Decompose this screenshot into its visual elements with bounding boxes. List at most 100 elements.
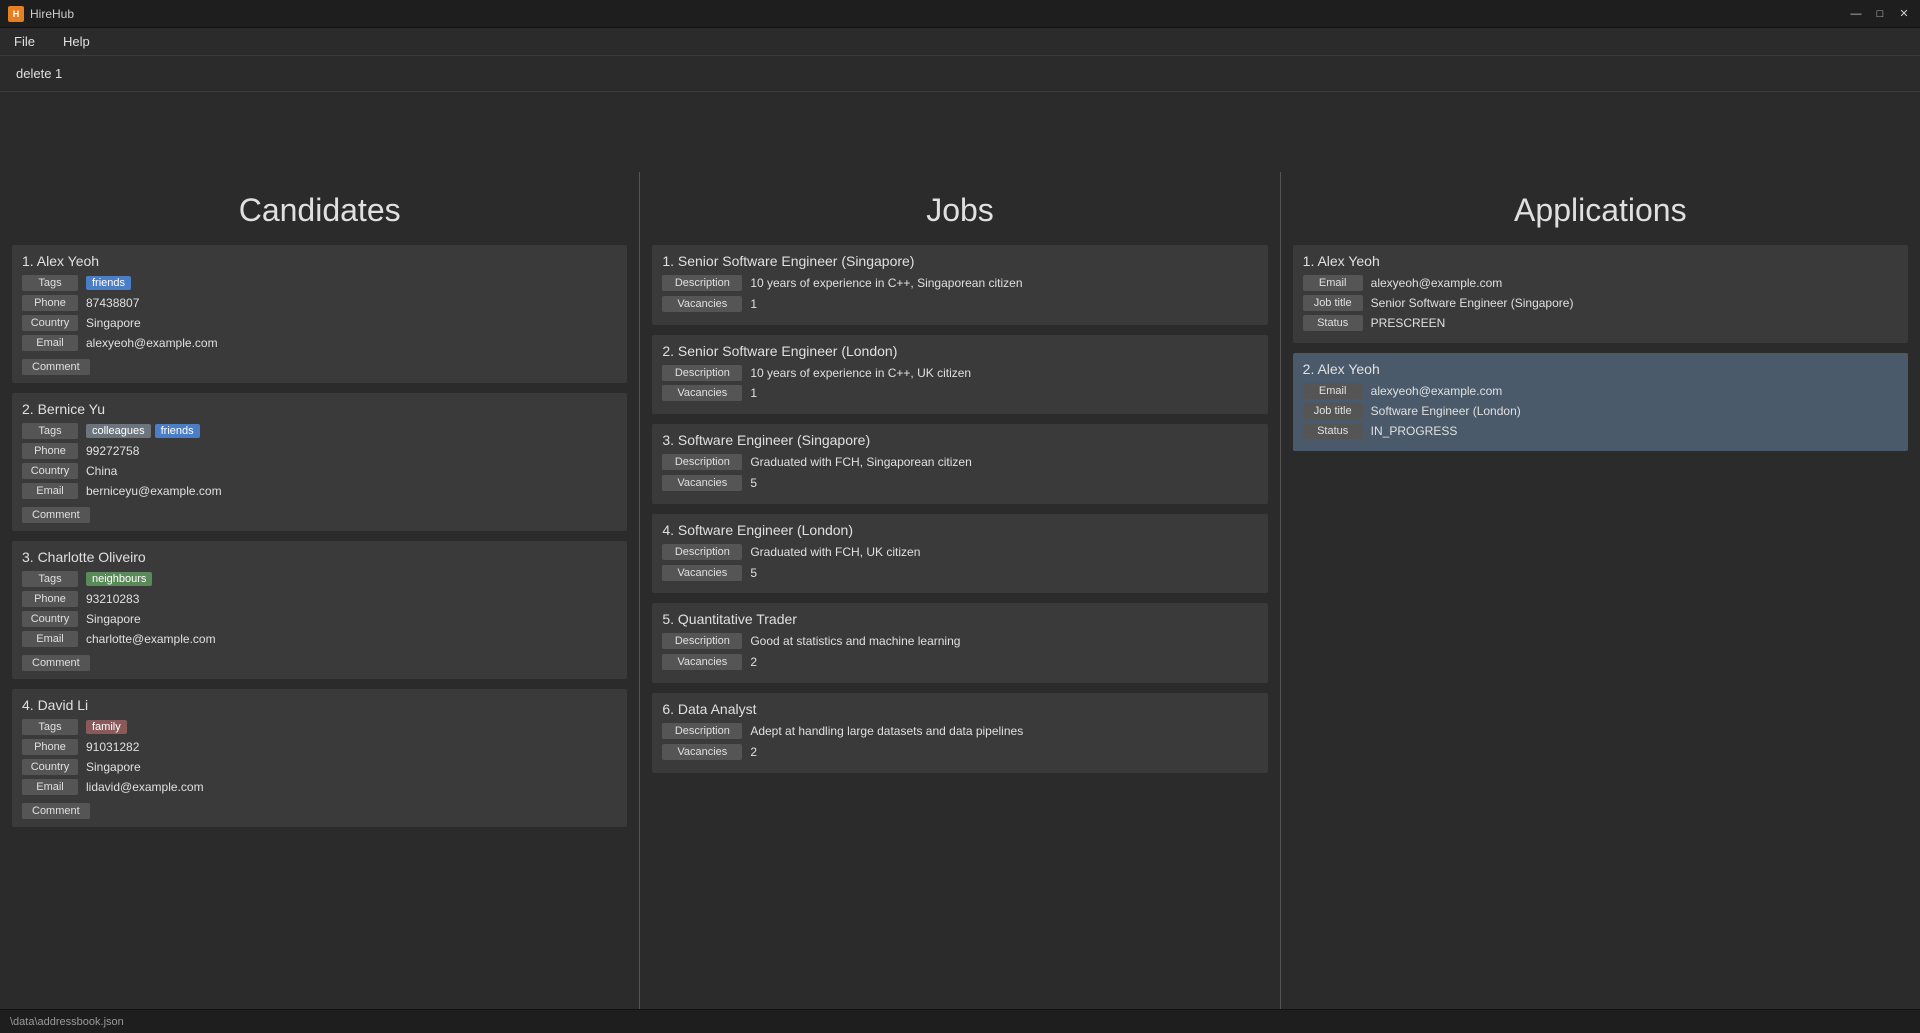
applications-column: Applications 1. Alex YeohEmailalexyeoh@e…: [1281, 172, 1920, 1009]
close-button[interactable]: ✕: [1896, 6, 1912, 22]
email-value: charlotte@example.com: [86, 632, 216, 646]
country-value: China: [86, 464, 117, 478]
app-email-value: alexyeoh@example.com: [1371, 276, 1503, 290]
candidates-body: 1. Alex YeohTagsfriendsPhone87438807Coun…: [0, 245, 639, 1009]
window-controls: — □ ✕: [1848, 6, 1912, 22]
tags-row: Tagsfamily: [22, 719, 617, 735]
country-row: CountrySingapore: [22, 611, 617, 627]
tags-label: Tags: [22, 275, 78, 291]
app-jobtitle-value: Software Engineer (London): [1371, 404, 1521, 418]
description-row: DescriptionGraduated with FCH, UK citize…: [662, 544, 1257, 561]
phone-label: Phone: [22, 443, 78, 459]
candidates-header: Candidates: [0, 172, 639, 245]
candidate-name: 4. David Li: [22, 697, 617, 713]
country-value: Singapore: [86, 760, 141, 774]
menubar: File Help: [0, 28, 1920, 56]
menu-file[interactable]: File: [8, 32, 41, 51]
country-value: Singapore: [86, 316, 141, 330]
description-value: 10 years of experience in C++, Singapore…: [750, 275, 1022, 292]
actionbar: delete 1: [0, 56, 1920, 92]
comment-button[interactable]: Comment: [22, 655, 90, 671]
tags-label: Tags: [22, 423, 78, 439]
phone-value: 93210283: [86, 592, 139, 606]
job-name: 2. Senior Software Engineer (London): [662, 343, 1257, 359]
phone-label: Phone: [22, 739, 78, 755]
app-email-row: Email alexyeoh@example.com: [1303, 383, 1898, 399]
country-label: Country: [22, 611, 78, 627]
job-name: 3. Software Engineer (Singapore): [662, 432, 1257, 448]
candidate-card[interactable]: 4. David Li Tagsfamily Phone 91031282 Countr…: [12, 689, 627, 827]
job-card[interactable]: 2. Senior Software Engineer (London) Desc…: [652, 335, 1267, 415]
description-label: Description: [662, 723, 742, 739]
country-row: CountryChina: [22, 463, 617, 479]
phone-row: Phone 99272758: [22, 443, 617, 459]
tag-badge: family: [86, 720, 127, 734]
job-card[interactable]: 6. Data Analyst Description Adept at handl…: [652, 693, 1267, 773]
email-row: Emailcharlotte@example.com: [22, 631, 617, 647]
description-label: Description: [662, 275, 742, 291]
application-name: 1. Alex Yeoh: [1303, 253, 1898, 269]
candidate-card[interactable]: 3. Charlotte OliveiroTagsneighboursPhone…: [12, 541, 627, 679]
comment-button[interactable]: Comment: [22, 803, 90, 819]
vacancies-label: Vacancies: [662, 296, 742, 312]
email-row: Emaillidavid@example.com: [22, 779, 617, 795]
email-label: Email: [22, 335, 78, 351]
job-card[interactable]: 1. Senior Software Engineer (Singapore) D…: [652, 245, 1267, 325]
comment-button[interactable]: Comment: [22, 507, 90, 523]
minimize-button[interactable]: —: [1848, 6, 1864, 22]
description-row: DescriptionGood at statistics and machin…: [662, 633, 1257, 650]
job-name: 1. Senior Software Engineer (Singapore): [662, 253, 1257, 269]
jobs-column: Jobs 1. Senior Software Engineer (Singap…: [640, 172, 1280, 1009]
app-status-label: Status: [1303, 315, 1363, 331]
app-jobtitle-value: Senior Software Engineer (Singapore): [1371, 296, 1574, 310]
menu-help[interactable]: Help: [57, 32, 96, 51]
vacancies-row: Vacancies2: [662, 744, 1257, 761]
description-value: Graduated with FCH, Singaporean citizen: [750, 454, 971, 471]
description-value: Good at statistics and machine learning: [750, 633, 960, 650]
vacancies-row: Vacancies 5: [662, 565, 1257, 582]
job-card[interactable]: 5. Quantitative TraderDescriptionGood at…: [652, 603, 1267, 683]
tags-row: Tagscolleaguesfriends: [22, 423, 617, 439]
vacancies-value: 1: [750, 296, 757, 313]
tag-badge: neighbours: [86, 572, 152, 586]
phone-value: 91031282: [86, 740, 139, 754]
description-row: Description Graduated with FCH, Singapore…: [662, 454, 1257, 471]
phone-value: 99272758: [86, 444, 139, 458]
vacancies-label: Vacancies: [662, 654, 742, 670]
job-card[interactable]: 4. Software Engineer (London)Description…: [652, 514, 1267, 594]
vacancies-value: 5: [750, 565, 757, 582]
app-email-label: Email: [1303, 383, 1363, 399]
action-text: delete 1: [16, 66, 62, 81]
application-name: 2. Alex Yeoh: [1303, 361, 1898, 377]
app-email-row: Email alexyeoh@example.com: [1303, 275, 1898, 291]
titlebar: H HireHub — □ ✕: [0, 0, 1920, 28]
app-email-label: Email: [1303, 275, 1363, 291]
comment-button[interactable]: Comment: [22, 359, 90, 375]
description-label: Description: [662, 544, 742, 560]
job-card[interactable]: 3. Software Engineer (Singapore) Descript…: [652, 424, 1267, 504]
job-name: 6. Data Analyst: [662, 701, 1257, 717]
country-label: Country: [22, 759, 78, 775]
app-email-value: alexyeoh@example.com: [1371, 384, 1503, 398]
candidate-name: 1. Alex Yeoh: [22, 253, 617, 269]
application-card[interactable]: 2. Alex Yeoh Email alexyeoh@example.com Job…: [1293, 353, 1908, 451]
description-value: Adept at handling large datasets and dat…: [750, 723, 1023, 740]
maximize-button[interactable]: □: [1872, 6, 1888, 22]
candidate-name: 2. Bernice Yu: [22, 401, 617, 417]
vacancies-row: Vacancies2: [662, 654, 1257, 671]
jobs-header: Jobs: [640, 172, 1279, 245]
statusbar-text: \data\addressbook.json: [10, 1016, 124, 1028]
phone-label: Phone: [22, 295, 78, 311]
vacancies-value: 1: [750, 385, 757, 402]
description-row: Description10 years of experience in C++…: [662, 365, 1257, 382]
application-card[interactable]: 1. Alex YeohEmailalexyeoh@example.comJob…: [1293, 245, 1908, 343]
candidate-card[interactable]: 2. Bernice Yu Tagscolleaguesfriends Phone 9…: [12, 393, 627, 531]
app-status-row: StatusIN_PROGRESS: [1303, 423, 1898, 439]
candidate-card[interactable]: 1. Alex YeohTagsfriendsPhone87438807Coun…: [12, 245, 627, 383]
email-row: Emailberniceyu@example.com: [22, 483, 617, 499]
vacancies-value: 5: [750, 475, 757, 492]
app-jobtitle-label: Job title: [1303, 403, 1363, 419]
description-label: Description: [662, 454, 742, 470]
vacancies-label: Vacancies: [662, 565, 742, 581]
description-value: 10 years of experience in C++, UK citize…: [750, 365, 971, 382]
